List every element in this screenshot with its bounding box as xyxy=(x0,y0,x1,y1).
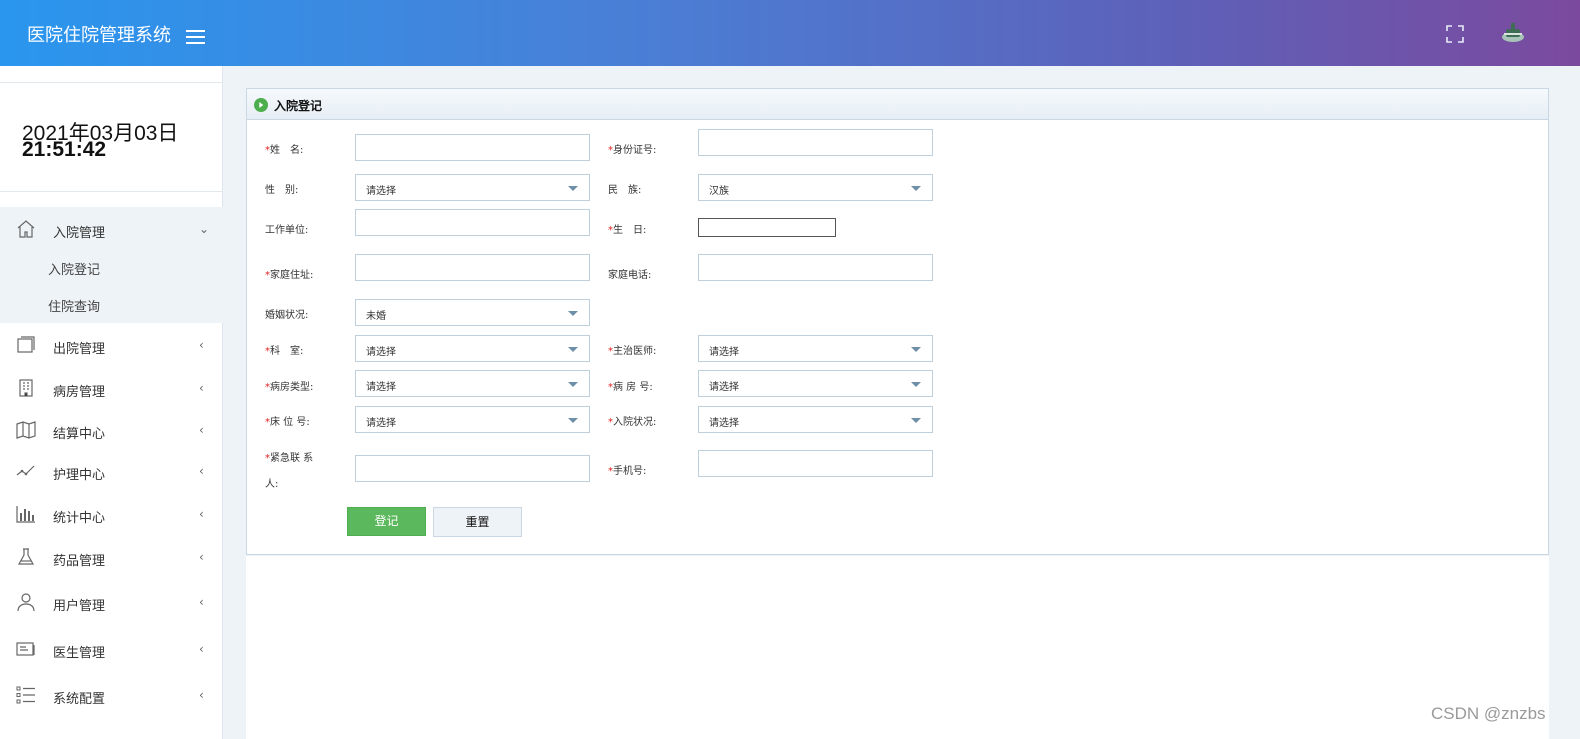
menu-item-nursing[interactable]: 护理中心 ‹ xyxy=(0,449,223,492)
chevron-left-icon: ‹ xyxy=(199,423,204,437)
chevron-left-icon: ‹ xyxy=(199,338,204,352)
chevron-down-icon xyxy=(568,418,578,423)
user-icon xyxy=(17,593,35,612)
menu-item-discharge[interactable]: 出院管理 ‹ xyxy=(0,323,223,366)
map-icon xyxy=(16,421,36,439)
admit-status-select[interactable]: 请选择 xyxy=(698,406,933,433)
register-button[interactable]: 登记 xyxy=(347,507,426,536)
label-address: *家庭住址: xyxy=(265,270,314,281)
menu-item-statistics[interactable]: 统计中心 ‹ xyxy=(0,492,223,535)
submenu-item-inpatient-query[interactable]: 住院查询 xyxy=(0,286,223,323)
chevron-down-icon xyxy=(568,186,578,191)
side-menu: 入院管理 ⌄ 入院登记 住院查询 出院管理 ‹ 病房管理 ‹ 结算中心 ‹ 护理… xyxy=(0,207,223,719)
submenu-item-admission-register[interactable]: 入院登记 xyxy=(0,249,223,286)
label-ethnicity: 民 族: xyxy=(608,185,642,196)
menu-item-medicine[interactable]: 药品管理 ‹ xyxy=(0,535,223,580)
label-emergency-contact-line2: 人: xyxy=(265,479,279,490)
chevron-left-icon: ‹ xyxy=(199,507,204,521)
panel-title: 入院登记 xyxy=(274,99,323,113)
label-mobile: *手机号: xyxy=(608,466,647,477)
label-doctor: *主治医师: xyxy=(608,346,657,357)
reset-button[interactable]: 重置 xyxy=(433,507,522,537)
chevron-down-icon xyxy=(568,311,578,316)
current-time: 21:51:42 xyxy=(22,138,107,161)
ward-type-select[interactable]: 请选择 xyxy=(355,370,590,397)
gender-select[interactable]: 请选择 xyxy=(355,174,590,201)
label-home-phone: 家庭电话: xyxy=(608,270,652,281)
chevron-down-icon xyxy=(568,347,578,352)
chevron-left-icon: ‹ xyxy=(199,381,204,395)
user-avatar-icon[interactable] xyxy=(1500,20,1526,46)
label-name: *姓 名: xyxy=(265,145,304,156)
bed-no-select[interactable]: 请选择 xyxy=(355,406,590,433)
chevron-down-icon: ⌄ xyxy=(199,222,210,236)
address-input[interactable] xyxy=(355,254,590,281)
department-select[interactable]: 请选择 xyxy=(355,335,590,362)
play-circle-icon xyxy=(254,98,268,112)
app-title: 医院住院管理系统 xyxy=(27,25,171,46)
content-blank-area xyxy=(246,556,1549,739)
label-id-card: *身份证号: xyxy=(608,145,657,156)
doctor-select[interactable]: 请选择 xyxy=(698,335,933,362)
chevron-down-icon xyxy=(568,382,578,387)
label-emergency-contact: *紧急联 系 xyxy=(265,453,314,464)
label-marital: 婚姻状况: xyxy=(265,310,309,321)
name-input[interactable] xyxy=(355,134,590,161)
emergency-contact-input[interactable] xyxy=(355,455,590,482)
building-icon xyxy=(19,379,33,397)
label-gender: 性 别: xyxy=(265,185,299,196)
label-bed-no: *床 位 号: xyxy=(265,417,310,428)
home-icon xyxy=(17,220,35,238)
line-chart-icon xyxy=(16,465,35,476)
workplace-input[interactable] xyxy=(355,209,590,236)
label-ward-type: *病房类型: xyxy=(265,382,314,393)
chevron-left-icon: ‹ xyxy=(199,464,204,478)
label-birthday: *生 日: xyxy=(608,225,647,236)
menu-item-ward[interactable]: 病房管理 ‹ xyxy=(0,366,223,408)
ward-no-select[interactable]: 请选择 xyxy=(698,370,933,397)
sidebar: 2021年03月03日 21:51:42 入院管理 ⌄ 入院登记 住院查询 出院… xyxy=(0,66,223,739)
watermark: CSDN @znzbs xyxy=(1431,704,1546,723)
label-ward-no: *病 房 号: xyxy=(608,382,653,393)
chevron-down-icon xyxy=(911,186,921,191)
id-card-icon xyxy=(16,642,35,656)
chevron-down-icon xyxy=(911,418,921,423)
chevron-left-icon: ‹ xyxy=(199,642,204,656)
datetime-panel: 2021年03月03日 21:51:42 xyxy=(0,82,223,192)
chevron-down-icon xyxy=(911,382,921,387)
top-header: 医院住院管理系统 xyxy=(0,0,1580,66)
label-admit-status: *入院状况: xyxy=(608,417,657,428)
label-workplace: 工作单位: xyxy=(265,225,309,236)
chevron-left-icon: ‹ xyxy=(199,550,204,564)
birthday-input[interactable] xyxy=(698,218,836,237)
menu-item-doctors[interactable]: 医生管理 ‹ xyxy=(0,627,223,673)
menu-item-settlement[interactable]: 结算中心 ‹ xyxy=(0,408,223,449)
id-card-input[interactable] xyxy=(698,129,933,156)
menu-item-admission[interactable]: 入院管理 ⌄ xyxy=(0,207,223,249)
chevron-down-icon xyxy=(911,347,921,352)
list-icon xyxy=(16,686,35,704)
label-department: *科 室: xyxy=(265,346,304,357)
menu-item-system-config[interactable]: 系统配置 ‹ xyxy=(0,673,223,719)
menu-icon[interactable] xyxy=(186,30,205,44)
fullscreen-icon[interactable] xyxy=(1446,25,1464,43)
menu-label: 入院管理 xyxy=(53,226,106,241)
chevron-left-icon: ‹ xyxy=(199,688,204,702)
ethnicity-select[interactable]: 汉族 xyxy=(698,174,933,201)
panel-header: 入院登记 xyxy=(247,89,1548,120)
bar-chart-icon xyxy=(16,506,35,523)
discharge-icon xyxy=(17,336,35,353)
menu-item-users[interactable]: 用户管理 ‹ xyxy=(0,580,223,627)
flask-icon xyxy=(17,548,35,565)
menu-group-admission: 入院管理 ⌄ 入院登记 住院查询 xyxy=(0,207,223,323)
chevron-left-icon: ‹ xyxy=(199,595,204,609)
mobile-input[interactable] xyxy=(698,450,933,477)
home-phone-input[interactable] xyxy=(698,254,933,281)
marital-select[interactable]: 未婚 xyxy=(355,299,590,326)
